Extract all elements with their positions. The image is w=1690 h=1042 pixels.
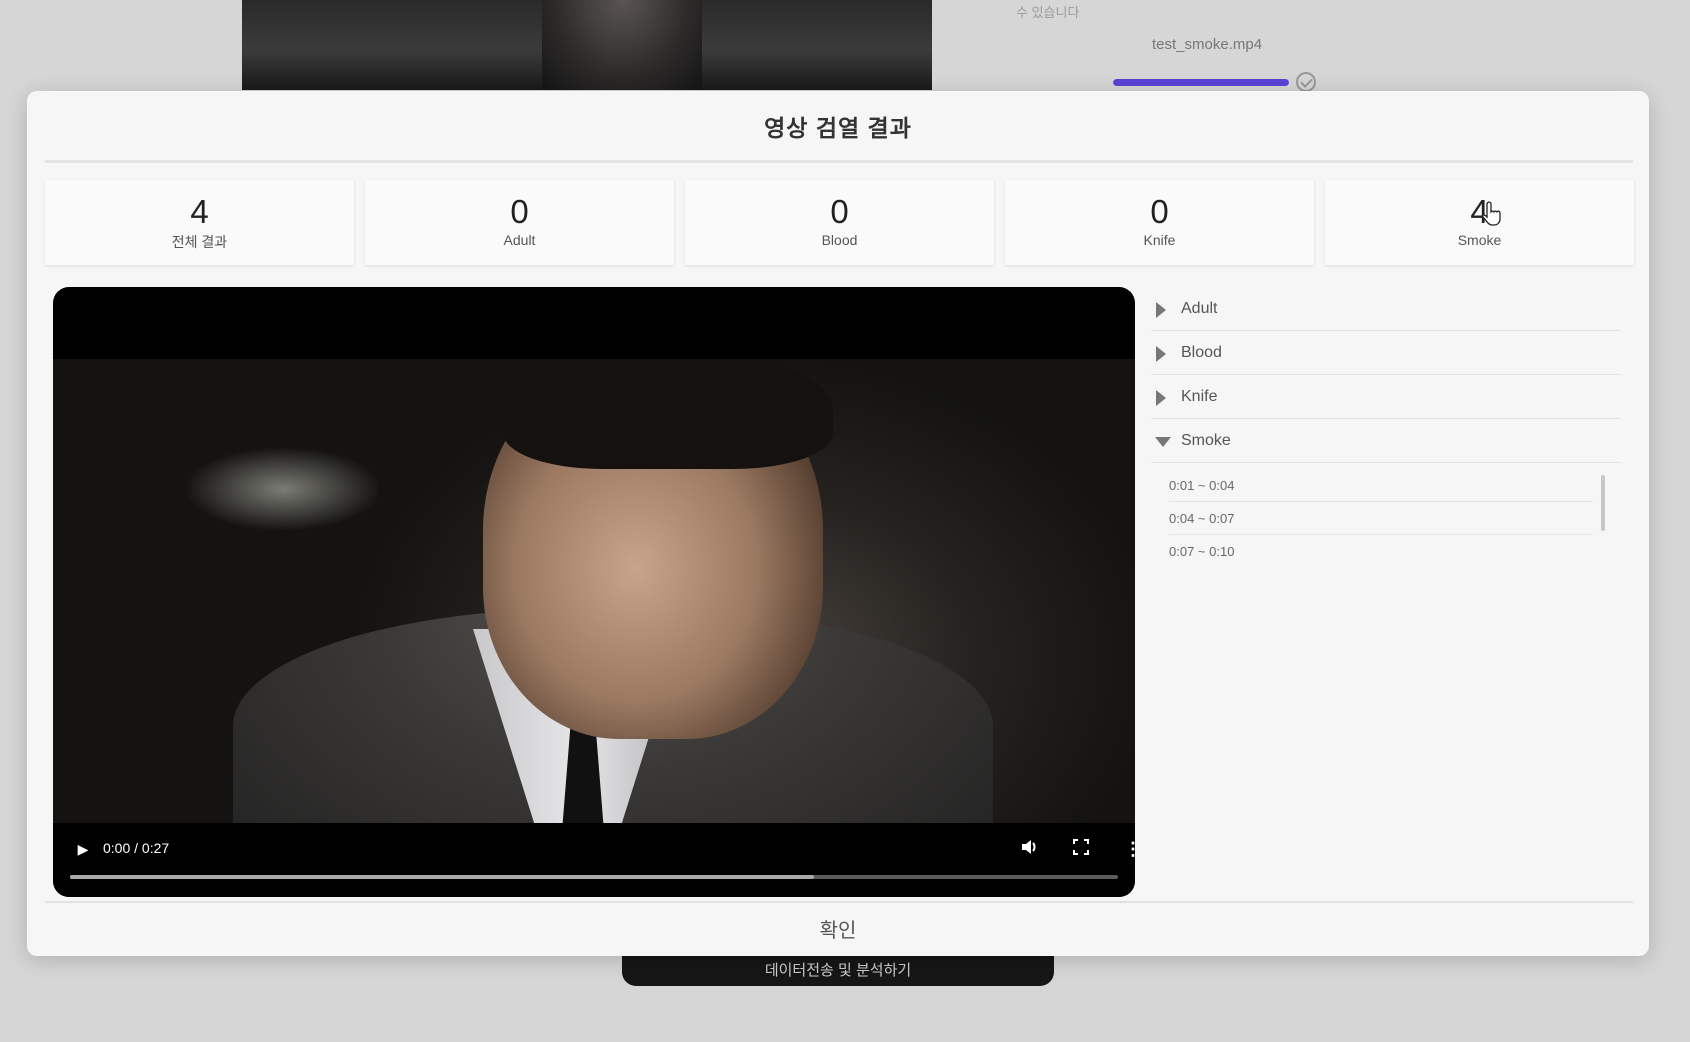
background-video-thumbnail — [242, 0, 932, 90]
category-item-adult[interactable]: Adult — [1151, 287, 1621, 331]
stat-card-knife[interactable]: 0 Knife — [1005, 180, 1314, 265]
stat-card-blood[interactable]: 0 Blood — [685, 180, 994, 265]
caret-down-icon — [1155, 437, 1171, 447]
fullscreen-icon — [1073, 838, 1089, 855]
footer-divider — [45, 901, 1633, 903]
caret-right-icon — [1156, 346, 1166, 362]
category-label: Blood — [1181, 343, 1222, 361]
stat-label: Adult — [503, 232, 536, 248]
segment-time-range: 0:07 ~ 0:10 — [1169, 543, 1235, 559]
confirm-button[interactable]: 확인 — [27, 905, 1649, 951]
smoke-segment-list[interactable]: 0:01 ~ 0:04 0:04 ~ 0:07 0:07 ~ 0:10 — [1151, 469, 1621, 565]
volume-button[interactable] — [1015, 835, 1043, 863]
segment-time-range: 0:01 ~ 0:04 — [1169, 477, 1235, 493]
background-upload-progress-fill — [1113, 79, 1289, 86]
modal-title: 영상 검열 결과 — [764, 115, 912, 141]
stat-card-smoke[interactable]: 4 Smoke — [1325, 180, 1634, 265]
stat-card-total[interactable]: 4 전체 결과 — [45, 180, 354, 265]
background-hint-text: 수 있습니다 — [1016, 5, 1080, 20]
segment-item[interactable]: 0:07 ~ 0:10 — [1169, 535, 1593, 565]
video-scene-hair — [503, 359, 833, 469]
stats-row: 4 전체 결과 0 Adult 0 Blood 0 Knife 4 Smoke — [45, 180, 1635, 265]
fullscreen-button[interactable] — [1067, 835, 1095, 863]
hand-pointer-icon — [1481, 201, 1501, 226]
stat-label: Blood — [821, 232, 858, 248]
video-player[interactable]: ▶ 0:00 / 0:27 ⋮ — [53, 287, 1135, 897]
result-modal: 영상 검열 결과 4 전체 결과 0 Adult 0 Blood 0 Knife… — [27, 91, 1649, 956]
title-divider — [45, 160, 1633, 163]
stat-value: 4 — [190, 193, 209, 230]
stat-label: Knife — [1143, 232, 1176, 248]
check-circle-icon — [1296, 72, 1316, 92]
segment-list-scrollbar[interactable] — [1601, 475, 1605, 531]
more-vert-icon: ⋮ — [1124, 838, 1135, 859]
stat-value: 0 — [830, 193, 849, 230]
segment-item[interactable]: 0:04 ~ 0:07 — [1169, 502, 1593, 535]
stat-label: Smoke — [1457, 232, 1502, 248]
background-analyze-button-label: 데이터전송 및 분석하기 — [764, 961, 912, 979]
stat-card-adult[interactable]: 0 Adult — [365, 180, 674, 265]
caret-right-icon — [1156, 302, 1166, 318]
category-item-smoke[interactable]: Smoke — [1151, 419, 1621, 463]
time-display: 0:00 / 0:27 — [103, 840, 170, 856]
play-button[interactable]: ▶ — [73, 839, 93, 859]
stat-label: 전체 결과 — [171, 234, 228, 250]
stat-value: 0 — [1150, 193, 1169, 230]
category-label: Knife — [1181, 387, 1218, 405]
stat-value: 4 — [1470, 193, 1489, 230]
category-item-knife[interactable]: Knife — [1151, 375, 1621, 419]
video-frame — [53, 359, 1135, 823]
caret-right-icon — [1156, 390, 1166, 406]
seek-bar-buffered — [70, 875, 815, 879]
segment-item[interactable]: 0:01 ~ 0:04 — [1169, 469, 1593, 502]
category-label: Smoke — [1181, 431, 1231, 449]
category-list: Adult Blood Knife Smoke 0:01 ~ 0:04 0:04… — [1151, 287, 1621, 565]
play-icon: ▶ — [77, 840, 89, 857]
video-controls: ▶ 0:00 / 0:27 ⋮ — [53, 823, 1135, 897]
segment-time-range: 0:04 ~ 0:07 — [1169, 510, 1235, 526]
more-options-button[interactable]: ⋮ — [1119, 835, 1135, 863]
volume-icon — [1022, 839, 1036, 854]
background-upload-progress — [1113, 79, 1289, 86]
category-label: Adult — [1181, 299, 1218, 317]
stat-value: 0 — [510, 193, 529, 230]
category-item-blood[interactable]: Blood — [1151, 331, 1621, 375]
seek-bar[interactable] — [70, 875, 1118, 879]
background-file-name: test_smoke.mp4 — [1152, 36, 1263, 53]
background-video-frame — [542, 0, 702, 90]
